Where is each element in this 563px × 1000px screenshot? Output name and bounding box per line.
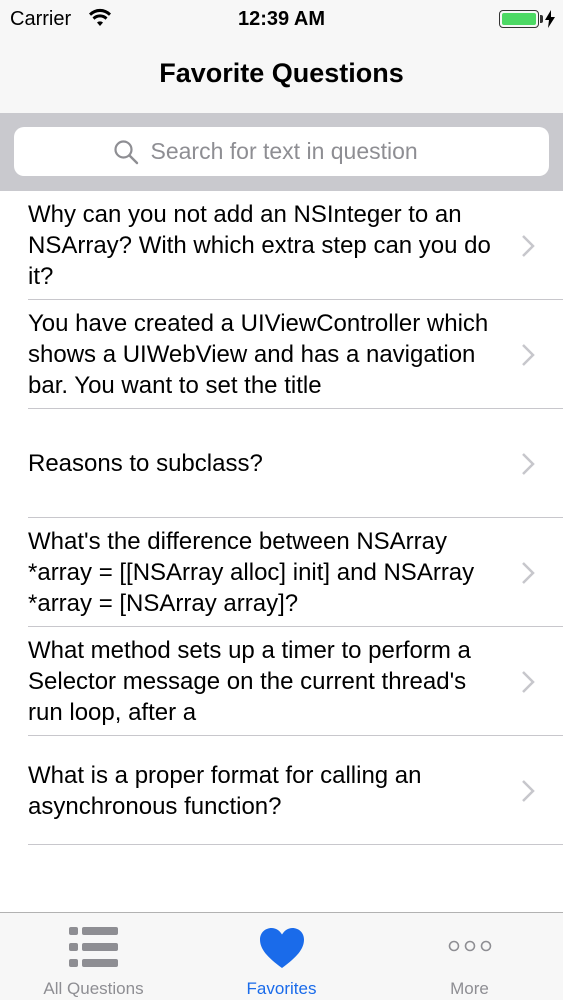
question-list: Why can you not add an NSInteger to an N… (0, 191, 563, 845)
tab-label: Favorites (246, 979, 317, 998)
more-icon (448, 940, 491, 952)
tab-more[interactable]: More (376, 913, 563, 1000)
battery-icon (499, 10, 539, 28)
list-item[interactable]: Why can you not add an NSInteger to an N… (0, 191, 563, 300)
question-text: Reasons to subclass? (28, 450, 263, 477)
list-item[interactable]: What's the difference between NSArray *a… (0, 518, 563, 627)
tab-bar: All Questions Favorites More (0, 912, 563, 1000)
search-icon (113, 139, 138, 164)
tab-label: All Questions (43, 979, 144, 998)
tab-all-questions[interactable]: All Questions (0, 913, 187, 1000)
chevron-right-icon (522, 234, 535, 257)
list-item[interactable]: What method sets up a timer to perform a… (0, 627, 563, 736)
question-text: What is a proper format for calling an a… (28, 761, 422, 820)
navigation-bar: Favorite Questions (0, 38, 563, 113)
list-item[interactable]: What is a proper format for calling an a… (0, 736, 563, 845)
search-input[interactable] (150, 138, 451, 165)
page-title: Favorite Questions (159, 58, 404, 88)
heart-icon (259, 928, 304, 968)
list-item[interactable]: You have created a UIViewController whic… (0, 300, 563, 409)
question-text: You have created a UIViewController whic… (28, 310, 489, 399)
chevron-right-icon (522, 452, 535, 475)
question-text: What method sets up a timer to perform a… (28, 637, 471, 726)
question-text: What's the difference between NSArray *a… (28, 528, 475, 617)
chevron-right-icon (522, 343, 535, 366)
list-item[interactable]: Reasons to subclass? (0, 409, 563, 518)
question-text: Why can you not add an NSInteger to an N… (28, 201, 491, 290)
search-field[interactable] (14, 127, 549, 176)
chevron-right-icon (522, 779, 535, 802)
tab-favorites[interactable]: Favorites (188, 913, 375, 1000)
battery-tip (540, 15, 543, 23)
chevron-right-icon (522, 670, 535, 693)
status-bar: Carrier 12:39 AM (0, 0, 563, 38)
search-bar (0, 113, 563, 191)
list-icon (68, 927, 118, 967)
chevron-right-icon (522, 561, 535, 584)
charging-bolt-icon (545, 10, 555, 28)
tab-label: More (450, 979, 489, 998)
status-time: 12:39 AM (237, 8, 326, 30)
